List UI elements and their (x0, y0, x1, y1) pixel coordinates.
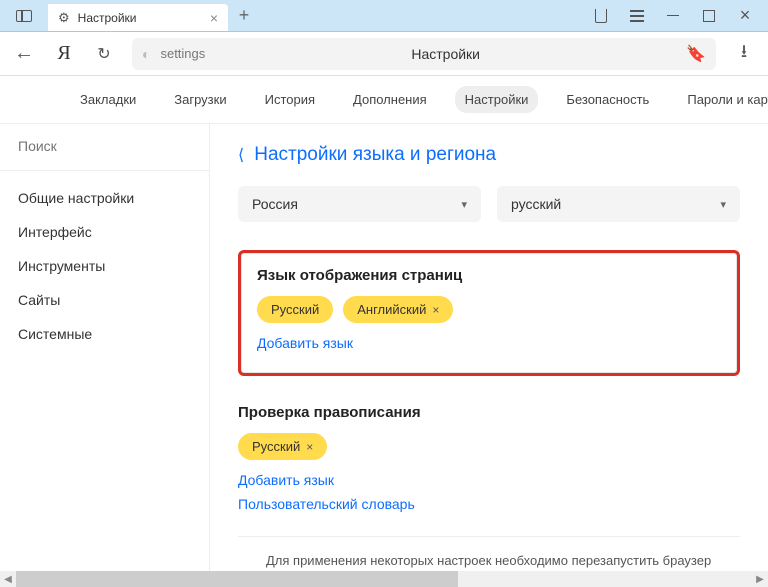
spellcheck-section: Проверка правописания Русский × Добавить… (238, 404, 740, 512)
sidebar-search (0, 124, 209, 171)
home-button[interactable]: Я (46, 36, 82, 72)
sidebar-item-interface[interactable]: Интерфейс (0, 215, 209, 249)
chevron-down-icon: ▾ (720, 198, 726, 211)
topnav-security[interactable]: Безопасность (556, 86, 659, 113)
section-title: Проверка правописания (238, 404, 740, 421)
maximize-button[interactable] (700, 7, 718, 25)
bookmark-icon[interactable]: 🔖 (686, 44, 706, 64)
close-icon[interactable]: × (306, 440, 313, 454)
window-controls: × (578, 0, 768, 31)
display-language-section: Язык отображения страниц Русский Английс… (238, 250, 740, 376)
minimize-button[interactable] (664, 7, 682, 25)
topnav-bookmarks[interactable]: Закладки (70, 86, 146, 113)
horizontal-scrollbar[interactable]: ◀ ▶ (0, 571, 768, 587)
globe-icon: ◐ (142, 46, 150, 62)
chevron-left-icon: ⟨ (238, 145, 244, 165)
topnav-addons[interactable]: Дополнения (343, 86, 437, 113)
address-bar[interactable]: ◐ settings Настройки 🔖 (132, 38, 716, 70)
sidebar-toggle[interactable] (0, 0, 48, 31)
topnav-downloads[interactable]: Загрузки (164, 86, 236, 113)
reload-button[interactable]: ↻ (86, 36, 122, 72)
language-chip-english[interactable]: Английский × (343, 296, 453, 323)
settings-main: ⟨ Настройки языка и региона Россия ▾ рус… (210, 124, 768, 571)
section-title: Язык отображения страниц (257, 267, 721, 284)
settings-sidebar: Общие настройки Интерфейс Инструменты Са… (0, 124, 210, 571)
menu-icon[interactable] (628, 7, 646, 25)
search-input[interactable] (18, 138, 191, 154)
close-icon[interactable]: × (432, 303, 439, 317)
browser-toolbar: ← Я ↻ ◐ settings Настройки 🔖 ⭳ (0, 32, 768, 76)
downloads-button[interactable]: ⭳ (726, 36, 762, 72)
settings-topnav: Закладки Загрузки История Дополнения Нас… (0, 76, 768, 124)
chevron-down-icon: ▾ (461, 198, 467, 211)
address-path: settings (160, 46, 205, 61)
chip-label: Русский (271, 302, 319, 317)
panel-icon (16, 10, 32, 22)
add-language-link[interactable]: Добавить язык (257, 335, 721, 351)
chip-label: Русский (252, 439, 300, 454)
region-select-value: Россия (252, 196, 298, 212)
topnav-settings[interactable]: Настройки (455, 86, 539, 113)
spellcheck-chip-russian[interactable]: Русский × (238, 433, 327, 460)
breadcrumb-title: Настройки языка и региона (254, 144, 496, 166)
language-chip-russian[interactable]: Русский (257, 296, 333, 323)
close-icon[interactable]: × (210, 10, 218, 26)
new-tab-button[interactable]: + (228, 0, 260, 31)
topnav-passwords[interactable]: Пароли и карты (677, 86, 768, 113)
yandex-logo-icon: Я (57, 42, 70, 65)
content-area: Общие настройки Интерфейс Инструменты Са… (0, 124, 768, 571)
sidebar-item-sites[interactable]: Сайты (0, 283, 209, 317)
reading-list-icon[interactable] (592, 7, 610, 25)
restart-note: Для применения некоторых настроек необхо… (238, 536, 740, 568)
window-titlebar: ⚙ Настройки × + × (0, 0, 768, 32)
add-language-link[interactable]: Добавить язык (238, 472, 740, 488)
topnav-history[interactable]: История (255, 86, 325, 113)
address-page-title: Настройки (215, 46, 676, 62)
chip-label: Английский (357, 302, 426, 317)
tab-title: Настройки (78, 11, 202, 25)
user-dictionary-link[interactable]: Пользовательский словарь (238, 496, 740, 512)
scroll-thumb[interactable] (16, 571, 458, 587)
sidebar-item-system[interactable]: Системные (0, 317, 209, 351)
language-select[interactable]: русский ▾ (497, 186, 740, 222)
gear-icon: ⚙ (58, 10, 70, 26)
back-button[interactable]: ← (6, 36, 42, 72)
browser-tab[interactable]: ⚙ Настройки × (48, 4, 228, 31)
region-select[interactable]: Россия ▾ (238, 186, 481, 222)
scroll-right-button[interactable]: ▶ (752, 574, 768, 585)
scroll-left-button[interactable]: ◀ (0, 574, 16, 585)
sidebar-item-general[interactable]: Общие настройки (0, 181, 209, 215)
breadcrumb[interactable]: ⟨ Настройки языка и региона (238, 144, 740, 166)
language-select-value: русский (511, 196, 561, 212)
close-window-button[interactable]: × (736, 7, 754, 25)
sidebar-item-tools[interactable]: Инструменты (0, 249, 209, 283)
scroll-track[interactable] (16, 571, 752, 587)
